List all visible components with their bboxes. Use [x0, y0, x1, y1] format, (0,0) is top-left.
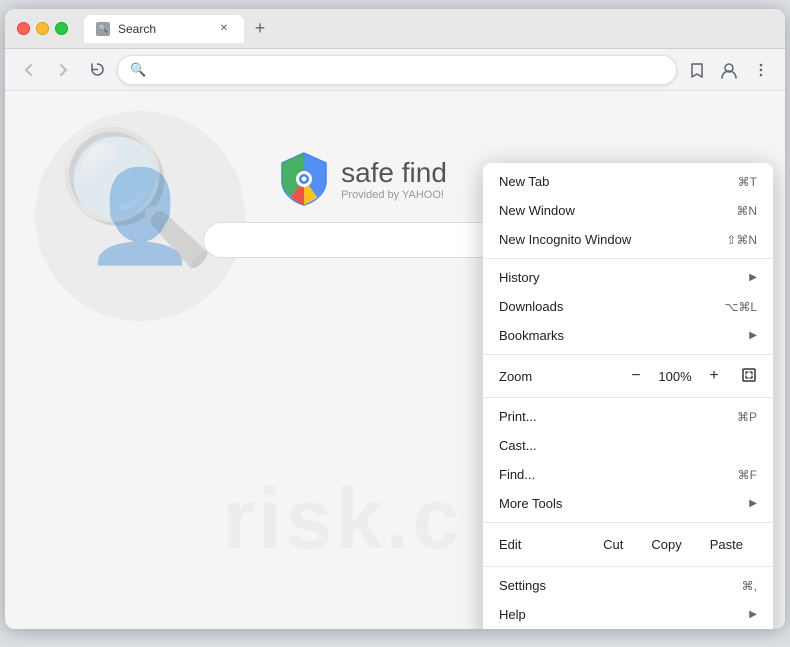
- menu-section-zoom: Zoom − 100% +: [483, 355, 773, 398]
- edit-actions: Cut Copy Paste: [589, 533, 757, 556]
- zoom-label: Zoom: [499, 369, 625, 384]
- menu-item-print[interactable]: Print... ⌘P: [483, 402, 773, 431]
- cut-button[interactable]: Cut: [589, 533, 637, 556]
- page-search-input[interactable]: [203, 222, 523, 258]
- menu-section-nav: History ▶ Downloads ⌥⌘L Bookmarks ▶: [483, 259, 773, 355]
- logo-text: safe find Provided by YAHOO!: [341, 157, 447, 201]
- zoom-controls: − 100% +: [625, 365, 757, 387]
- toolbar-right: [683, 56, 775, 84]
- menu-item-new-tab[interactable]: New Tab ⌘T: [483, 167, 773, 196]
- tab-bar: 🔍 Search ✕ +: [84, 15, 773, 43]
- watermark-person-icon: 👤: [84, 164, 196, 269]
- active-tab[interactable]: 🔍 Search ✕: [84, 15, 244, 43]
- zoom-in-button[interactable]: +: [703, 365, 725, 387]
- shield-logo-icon: [279, 151, 329, 206]
- safe-finder-logo: safe find Provided by YAHOO!: [279, 151, 447, 206]
- menu-item-help[interactable]: Help ▶: [483, 600, 773, 629]
- menu-item-bookmarks[interactable]: Bookmarks ▶: [483, 321, 773, 350]
- menu-item-downloads[interactable]: Downloads ⌥⌘L: [483, 292, 773, 321]
- browser-window: 🔍 Search ✕ + 🔍: [5, 9, 785, 629]
- page-content: 👤 🔍 risk.c m: [5, 91, 785, 629]
- reload-button[interactable]: [83, 56, 111, 84]
- context-menu: New Tab ⌘T New Window ⌘N New Incognito W…: [483, 163, 773, 629]
- menu-section-settings: Settings ⌘, Help ▶: [483, 567, 773, 629]
- minimize-button[interactable]: [36, 22, 49, 35]
- tab-title: Search: [118, 22, 156, 36]
- back-button[interactable]: [15, 56, 43, 84]
- menu-item-history[interactable]: History ▶: [483, 263, 773, 292]
- menu-section-edit: Edit Cut Copy Paste: [483, 523, 773, 567]
- copy-button[interactable]: Copy: [637, 533, 695, 556]
- edit-row: Edit Cut Copy Paste: [483, 527, 773, 562]
- forward-button[interactable]: [49, 56, 77, 84]
- address-input[interactable]: [152, 62, 664, 77]
- zoom-row[interactable]: Zoom − 100% +: [483, 359, 773, 393]
- tab-close-button[interactable]: ✕: [216, 21, 232, 37]
- title-bar: 🔍 Search ✕ +: [5, 9, 785, 49]
- menu-item-cast[interactable]: Cast...: [483, 431, 773, 460]
- menu-item-more-tools[interactable]: More Tools ▶: [483, 489, 773, 518]
- zoom-fullscreen-button[interactable]: [741, 367, 757, 386]
- menu-item-new-incognito[interactable]: New Incognito Window ⇧⌘N: [483, 225, 773, 254]
- zoom-value: 100%: [655, 369, 695, 384]
- bookmark-button[interactable]: [683, 56, 711, 84]
- traffic-lights: [17, 22, 68, 35]
- account-button[interactable]: [715, 56, 743, 84]
- maximize-button[interactable]: [55, 22, 68, 35]
- toolbar: 🔍: [5, 49, 785, 91]
- logo-name: safe find: [341, 157, 447, 189]
- close-button[interactable]: [17, 22, 30, 35]
- tab-favicon: 🔍: [96, 22, 110, 36]
- edit-label: Edit: [499, 537, 589, 552]
- paste-button[interactable]: Paste: [696, 533, 757, 556]
- logo-sub: Provided by YAHOO!: [341, 189, 447, 201]
- address-bar[interactable]: 🔍: [117, 55, 677, 85]
- menu-section-new: New Tab ⌘T New Window ⌘N New Incognito W…: [483, 163, 773, 259]
- zoom-out-button[interactable]: −: [625, 365, 647, 387]
- menu-item-settings[interactable]: Settings ⌘,: [483, 571, 773, 600]
- new-tab-button[interactable]: +: [248, 17, 272, 41]
- menu-section-tools: Print... ⌘P Cast... Find... ⌘F More Tool…: [483, 398, 773, 523]
- menu-button[interactable]: [747, 56, 775, 84]
- page-center: safe find Provided by YAHOO!: [203, 151, 523, 258]
- menu-item-find[interactable]: Find... ⌘F: [483, 460, 773, 489]
- menu-item-new-window[interactable]: New Window ⌘N: [483, 196, 773, 225]
- address-search-icon: 🔍: [130, 62, 146, 78]
